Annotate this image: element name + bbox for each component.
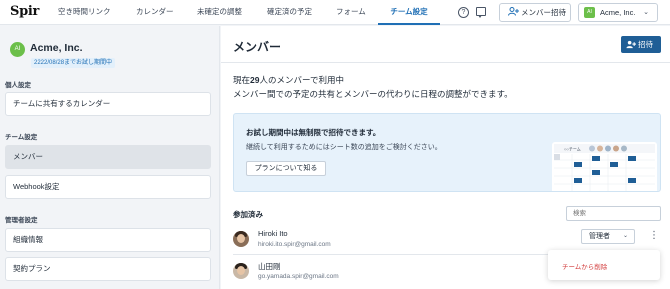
calendar-illustration: ○○チーム xyxy=(552,142,657,191)
promo-text: 継続して利用するためにはシート数の追加をご検討ください。 xyxy=(246,144,442,151)
member-email: hiroki.ito.spir@gmail.com xyxy=(258,241,331,248)
member-search-input[interactable] xyxy=(566,206,661,221)
joined-members-heading: 参加済み xyxy=(233,210,263,219)
member-role-value: 管理者 xyxy=(589,233,610,240)
member-count-text: 現在29人のメンバーで利用中 xyxy=(233,74,344,86)
workspace-switcher[interactable]: AI Acme, Inc. ⌄ xyxy=(578,3,658,22)
top-navigation-bar: Spir 空き時間リンク カレンダー 未確定の調整 確定済の予定 フォーム チー… xyxy=(0,0,670,25)
tab-available-time-link[interactable]: 空き時間リンク xyxy=(58,0,111,25)
tab-pending[interactable]: 未確定の調整 xyxy=(197,0,242,25)
member-invite-button[interactable]: メンバー招待 xyxy=(499,3,571,22)
tab-forms[interactable]: フォーム xyxy=(336,0,366,25)
question-circle-icon[interactable]: ? xyxy=(458,7,469,18)
promo-title: お試し期間中は無制限で招待できます。 xyxy=(246,128,381,137)
workspace-name: Acme, Inc. xyxy=(600,8,636,17)
member-avatar xyxy=(233,231,249,247)
app-logo[interactable]: Spir xyxy=(10,4,39,19)
section-team-settings: チーム設定 xyxy=(5,134,38,141)
chevron-down-icon: ⌄ xyxy=(622,233,628,239)
member-name: Hiroki Ito xyxy=(258,229,288,238)
tab-confirmed[interactable]: 確定済の予定 xyxy=(267,0,312,25)
person-add-icon xyxy=(508,7,519,18)
section-personal-settings: 個人設定 xyxy=(5,82,31,89)
tab-team-settings[interactable]: チーム設定 xyxy=(378,0,440,25)
sidebar: AI Acme, Inc. 2222/08/28までお試し期間中 個人設定 チー… xyxy=(0,26,220,289)
invite-button-label: 招待 xyxy=(638,40,653,49)
member-email: go.yamada.spir@gmail.com xyxy=(258,273,339,280)
trial-promo-banner: お試し期間中は無制限で招待できます。 継続して利用するためにはシート数の追加をご… xyxy=(233,113,661,192)
member-count-prefix: 現在 xyxy=(233,75,251,85)
divider xyxy=(221,62,670,63)
trial-badge: 2222/08/28までお試し期間中 xyxy=(31,58,116,68)
workspace-avatar: AI xyxy=(584,7,595,18)
member-context-menu: チームから削除 xyxy=(548,250,660,280)
plan-info-button[interactable]: プランについて知る xyxy=(246,161,326,176)
section-admin-settings: 管理者設定 xyxy=(5,217,38,224)
sidebar-item-shared-calendar[interactable]: チームに共有するカレンダー xyxy=(5,92,211,116)
sidebar-item-contract-plan[interactable]: 契約プラン xyxy=(5,257,211,281)
member-avatar xyxy=(233,263,249,279)
org-name: Acme, Inc. xyxy=(30,42,83,54)
member-role-select[interactable]: 管理者 ⌄ xyxy=(581,229,635,244)
invite-button[interactable]: 招待 xyxy=(621,36,661,53)
person-add-icon xyxy=(626,36,636,55)
main-panel: メンバー 招待 現在29人のメンバーで利用中 メンバー間での予定の共有とメンバー… xyxy=(221,26,670,289)
row-divider xyxy=(233,254,548,255)
sidebar-item-members[interactable]: メンバー xyxy=(5,145,211,169)
tab-calendar[interactable]: カレンダー xyxy=(136,0,174,25)
remove-from-team-menu-item[interactable]: チームから削除 xyxy=(562,261,607,271)
org-avatar: AI xyxy=(10,42,25,57)
member-name: 山田剛 xyxy=(258,262,281,271)
sidebar-item-webhook[interactable]: Webhook設定 xyxy=(5,175,211,199)
sidebar-item-org-info[interactable]: 組織情報 xyxy=(5,228,211,252)
member-description: メンバー間での予定の共有とメンバーの代わりに日程の調整ができます。 xyxy=(233,89,513,99)
illustration-team-label: ○○チーム xyxy=(564,147,581,152)
chat-icon[interactable] xyxy=(476,7,486,18)
member-invite-label: メンバー招待 xyxy=(521,8,566,17)
page-title: メンバー xyxy=(233,40,282,54)
chevron-down-icon: ⌄ xyxy=(643,9,649,16)
member-count-suffix: 人のメンバーで利用中 xyxy=(259,75,344,85)
more-vertical-icon[interactable]: ⋮ xyxy=(649,229,659,243)
